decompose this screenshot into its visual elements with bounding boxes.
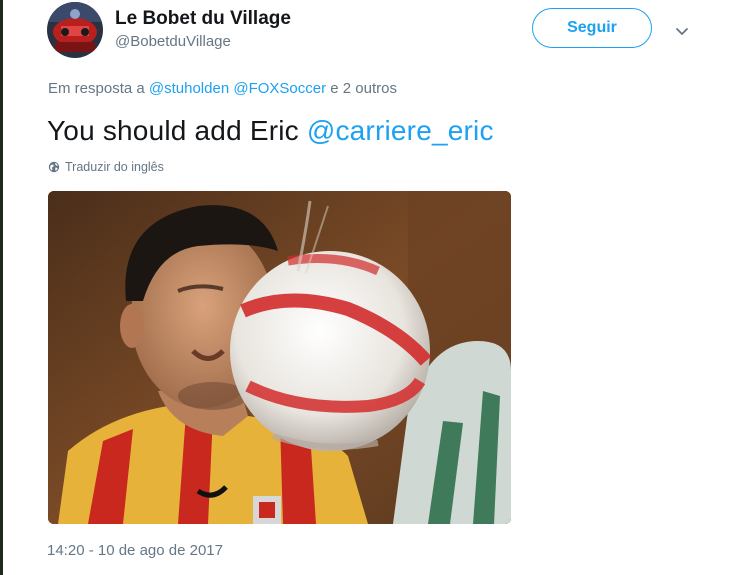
tweet-timestamp[interactable]: 14:20 - 10 de ago de 2017 bbox=[47, 542, 223, 559]
translate-link[interactable]: Traduzir do inglês bbox=[48, 160, 164, 174]
avatar[interactable] bbox=[47, 2, 103, 58]
follow-button[interactable]: Seguir bbox=[532, 8, 652, 48]
user-handle[interactable]: @BobetduVillage bbox=[115, 33, 231, 50]
tweet-mention[interactable]: @carriere_eric bbox=[307, 115, 494, 146]
translate-label[interactable]: Traduzir do inglês bbox=[65, 160, 164, 174]
reply-mention-foxsoccer[interactable]: @FOXSoccer bbox=[233, 80, 326, 97]
reply-others[interactable]: e 2 outros bbox=[330, 80, 397, 97]
tweet-text: You should add Eric @carriere_eric bbox=[47, 115, 494, 147]
display-name[interactable]: Le Bobet du Village bbox=[115, 8, 291, 30]
tweet-photo[interactable] bbox=[48, 191, 511, 524]
tweet-body: You should add Eric bbox=[47, 115, 299, 146]
photo-soccer-player-hit-by-ball bbox=[48, 191, 511, 524]
reply-prefix: Em resposta a bbox=[48, 80, 145, 97]
avatar-image bbox=[47, 2, 103, 58]
reply-context: Em resposta a @stuholden @FOXSoccer e 2 … bbox=[48, 80, 397, 97]
chevron-down-icon[interactable] bbox=[672, 21, 692, 41]
reply-mention-stuholden[interactable]: @stuholden bbox=[149, 80, 229, 97]
window-left-edge bbox=[0, 0, 3, 575]
globe-icon bbox=[48, 161, 60, 173]
